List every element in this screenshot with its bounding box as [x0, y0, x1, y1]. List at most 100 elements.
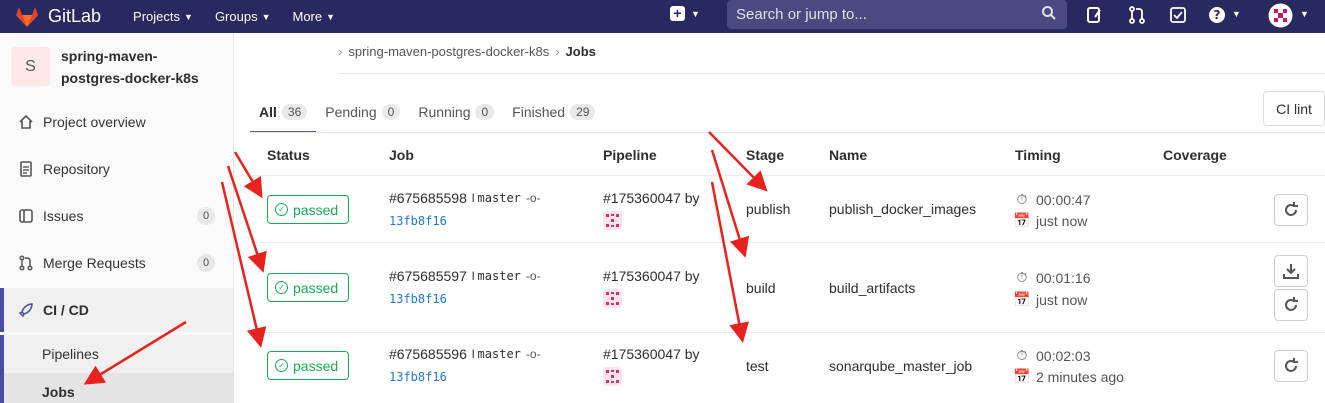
commit-sha-link[interactable]: 13fb8f16 [389, 292, 447, 306]
tab-label: Running [418, 104, 471, 120]
ci-lint-button[interactable]: CI lint [1263, 91, 1325, 126]
column-header-coverage: Coverage [1163, 147, 1227, 163]
stage-name: publish [746, 201, 791, 217]
project-header[interactable]: S spring-maven- postgres-docker-k8s [0, 33, 233, 97]
stage-name: build [746, 280, 776, 296]
gitlab-logo[interactable]: GitLab [16, 6, 101, 27]
branch-name[interactable]: master [478, 347, 521, 361]
chevron-right-icon: › [555, 44, 560, 59]
sidebar-item-project-overview[interactable]: Project overview [0, 100, 233, 144]
nav-more-label: More [292, 9, 323, 24]
calendar-icon: 📅 [1013, 368, 1031, 384]
new-dropdown[interactable]: + ▼ [670, 6, 700, 21]
divider [250, 332, 1325, 333]
user-avatar[interactable] [603, 367, 622, 386]
calendar-icon: 📅 [1013, 291, 1031, 307]
chevron-down-icon: ▼ [691, 8, 700, 19]
job-duration: ⏱ 00:02:03 [1015, 347, 1091, 364]
pipeline-link[interactable]: #175360047 by [603, 346, 700, 362]
job-id: #675685596 [389, 346, 467, 362]
user-avatar[interactable] [603, 289, 622, 308]
column-header-job: Job [389, 147, 414, 163]
nav-more[interactable]: More ▼ [293, 9, 336, 24]
stopwatch-icon: ⏱ [1016, 347, 1028, 363]
sidebar-subitem-label: Jobs [42, 384, 75, 400]
project-name-line2: postgres-docker-k8s [61, 70, 199, 86]
tab-label: Finished [512, 104, 566, 120]
divider [250, 132, 1325, 133]
commit-sha-link[interactable]: 13fb8f16 [389, 214, 447, 228]
status-text: passed [293, 279, 339, 296]
calendar-icon: 📅 [1013, 212, 1031, 228]
tanuki-icon [16, 6, 38, 27]
sidebar-subitem-jobs[interactable]: Jobs [0, 373, 233, 403]
tab-finished[interactable]: Finished 29 [503, 92, 604, 132]
status-text: passed [293, 357, 339, 374]
divider [250, 175, 1325, 176]
job-id-link[interactable]: #675685598 Ɩ master -o- [389, 190, 541, 206]
job-id-link[interactable]: #675685596 Ɩ master -o- [389, 346, 541, 362]
sidebar-subitem-pipelines[interactable]: Pipelines [0, 335, 233, 373]
divider [250, 242, 1325, 243]
project-sidebar: S spring-maven- postgres-docker-k8s Proj… [0, 33, 234, 403]
todo-icon[interactable] [1086, 6, 1104, 24]
sidebar-item-ci-cd[interactable]: CI / CD [0, 288, 233, 332]
chevron-down-icon[interactable]: ▼ [1232, 9, 1241, 19]
retry-button[interactable] [1274, 289, 1308, 321]
nav-projects[interactable]: Projects ▼ [133, 9, 193, 24]
merge-requests-count-badge: 0 [197, 254, 215, 272]
search-input[interactable]: Search or jump to... [727, 0, 1067, 29]
plus-icon: + [670, 6, 685, 21]
merge-request-icon[interactable] [1128, 6, 1146, 24]
tab-pending[interactable]: Pending 0 [316, 92, 409, 132]
sidebar-item-issues[interactable]: Issues 0 [0, 194, 233, 238]
branch-name[interactable]: master [478, 191, 521, 205]
svg-text:?: ? [1214, 8, 1221, 22]
branch-name[interactable]: master [478, 269, 521, 283]
status-badge-passed[interactable]: ✓ passed [267, 195, 349, 224]
user-avatar[interactable] [1268, 3, 1293, 28]
tab-all[interactable]: All 36 [250, 92, 317, 133]
retry-icon [1285, 202, 1298, 216]
chevron-down-icon: ▼ [326, 11, 336, 22]
job-id-link[interactable]: #675685597 Ɩ master -o- [389, 268, 541, 284]
status-badge-passed[interactable]: ✓ passed [267, 351, 349, 380]
column-header-name: Name [829, 147, 868, 163]
duration-text: 00:00:47 [1036, 191, 1091, 208]
breadcrumb-current: Jobs [565, 44, 596, 59]
check-circle-icon: ✓ [275, 281, 288, 294]
stopwatch-icon: ⏱ [1016, 191, 1028, 207]
nav-groups[interactable]: Groups ▼ [215, 9, 271, 24]
stopwatch-icon: ⏱ [1016, 269, 1028, 285]
retry-button[interactable] [1274, 350, 1308, 382]
tab-running[interactable]: Running 0 [409, 92, 503, 132]
job-finished: 📅 2 minutes ago [1013, 368, 1124, 385]
check-circle-icon: ✓ [275, 359, 288, 372]
status-badge-passed[interactable]: ✓ passed [267, 273, 349, 302]
tab-label: Pending [325, 104, 377, 120]
job-name: publish_docker_images [829, 201, 977, 217]
branch-icon: Ɩ [471, 347, 475, 361]
sidebar-item-label: CI / CD [43, 302, 89, 318]
brand-name: GitLab [48, 6, 102, 26]
branch-icon: Ɩ [471, 269, 475, 283]
stage-name: test [746, 358, 769, 374]
job-finished: 📅 just now [1013, 291, 1087, 308]
pipeline-link[interactable]: #175360047 by [603, 268, 700, 284]
duration-text: 00:02:03 [1036, 347, 1091, 364]
sidebar-item-merge-requests[interactable]: Merge Requests 0 [0, 241, 233, 285]
pipeline-link[interactable]: #175360047 by [603, 190, 700, 206]
download-artifacts-button[interactable] [1274, 255, 1308, 287]
sidebar-subitem-label: Pipelines [42, 346, 99, 362]
chevron-down-icon[interactable]: ▼ [1300, 9, 1309, 19]
commit-sha-link[interactable]: 13fb8f16 [389, 370, 447, 384]
help-icon[interactable]: ? [1208, 6, 1226, 24]
project-name-line1: spring-maven- [61, 48, 158, 64]
checklist-icon[interactable] [1169, 6, 1187, 24]
sidebar-item-repository[interactable]: Repository [0, 147, 233, 191]
retry-icon [1285, 297, 1298, 311]
retry-button[interactable] [1274, 194, 1308, 226]
breadcrumb-project-link[interactable]: spring-maven-postgres-docker-k8s [348, 44, 549, 59]
column-header-status: Status [267, 147, 310, 163]
user-avatar[interactable] [603, 211, 622, 230]
